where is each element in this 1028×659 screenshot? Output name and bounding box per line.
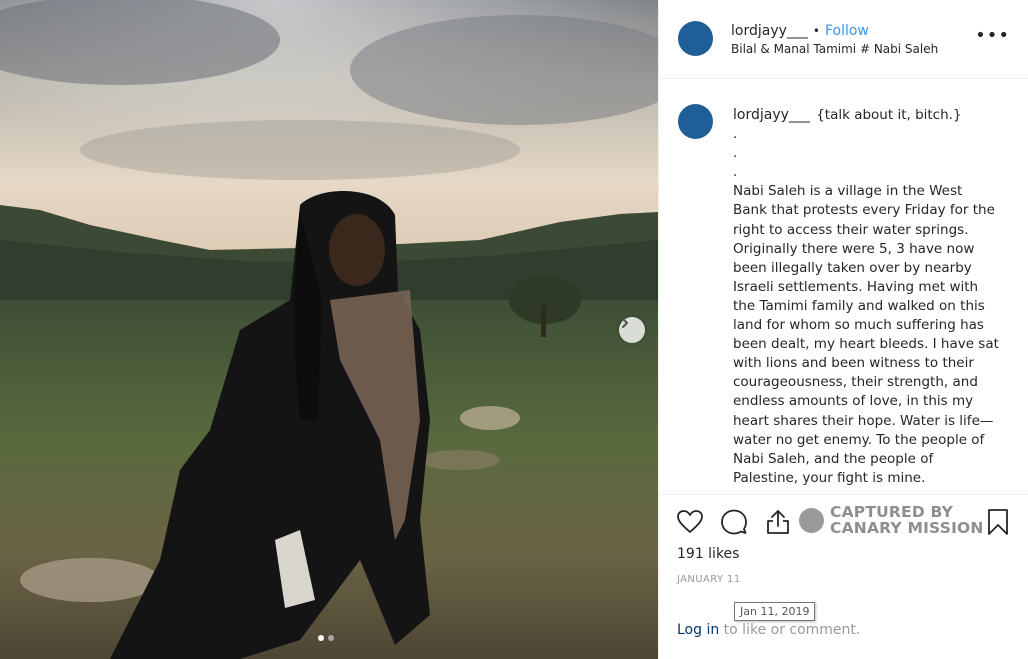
caption-line: endless amounts of love, in this my [733,393,974,410]
likes-count[interactable]: 191 likes [677,546,739,562]
watermark-line-2: CANARY MISSION [830,518,984,537]
login-prompt-text: to like or comment. [719,622,861,638]
post-photo[interactable] [0,0,658,659]
share-icon[interactable] [764,508,792,536]
caption-line: lordjayy___ {talk about it, bitch.} [733,106,1003,125]
bookmark-icon[interactable] [986,508,1010,536]
carousel-indicator [318,635,334,641]
carousel-dot-1 [318,635,324,641]
caption-line: . [733,126,738,143]
caption-line: Nabi Saleh is a village in the West [733,183,963,200]
watermark: CAPTURED BY CANARY MISSION [799,504,984,537]
watermark-text: CAPTURED BY CANARY MISSION [830,504,984,537]
next-slide-button[interactable] [619,317,645,343]
post-actions: CAPTURED BY CANARY MISSION 191 likes JAN… [659,494,1028,659]
caption-line: water no get enemy. To the people of [733,431,985,448]
date-tooltip: Jan 11, 2019 [734,602,816,621]
author-username[interactable]: lordjayy___ [731,23,808,39]
follow-button[interactable]: Follow [825,23,869,39]
comment-icon[interactable] [720,508,748,536]
post-header: lordjayy___ • Follow Bilal & Manal Tamim… [659,0,1028,79]
caption-line: . [733,164,738,181]
carousel-dot-2 [328,635,334,641]
watermark-logo-icon [799,508,824,533]
caption-username[interactable]: lordjayy___ [733,107,810,123]
caption-line: . [733,145,738,162]
author-avatar[interactable] [678,21,713,56]
photo-scene [0,0,658,659]
login-link[interactable]: Log in [677,622,719,638]
login-prompt: Log in to like or comment. [677,622,860,638]
caption-avatar[interactable] [678,104,713,139]
caption-text: {talk about it, bitch.} [816,107,962,123]
caption-line: heart shares their hope. Water is life— [733,412,994,429]
more-options-icon[interactable]: ••• [975,27,1010,45]
caption-line: Israeli settlements. Having met with [733,278,979,295]
author-line: lordjayy___ • Follow [731,23,869,39]
caption-line: Nabi Saleh, and the people of [733,450,934,467]
caption-line: been illegally taken over by nearby [733,259,972,276]
post-location[interactable]: Bilal & Manal Tamimi # Nabi Saleh [731,42,938,56]
caption-line: Palestine, your fight is mine. [733,469,926,486]
post-caption: lordjayy___ {talk about it, bitch.} . . … [733,106,1003,488]
comments-section: lordjayy___ {talk about it, bitch.} . . … [659,80,1028,494]
caption-line: been dealt, my heart bleeds. I have sat [733,336,999,353]
header-separator: • [812,24,820,38]
caption-line: with lions and been witness to their [733,355,974,372]
caption-line: right to access their water springs. [733,221,969,238]
caption-line: Originally there were 5, 3 have now [733,240,975,257]
chevron-right-icon [622,318,628,328]
heart-icon[interactable] [676,508,704,536]
caption-line: Bank that protests every Friday for the [733,202,995,219]
caption-line: land for whom so much suffering has [733,317,984,334]
caption-line: courageousness, their strength, and [733,374,978,391]
post-date[interactable]: JANUARY 11 [677,574,741,585]
post-panel: lordjayy___ • Follow Bilal & Manal Tamim… [658,0,1028,659]
caption-line: the Tamimi family and walked on this [733,297,985,314]
